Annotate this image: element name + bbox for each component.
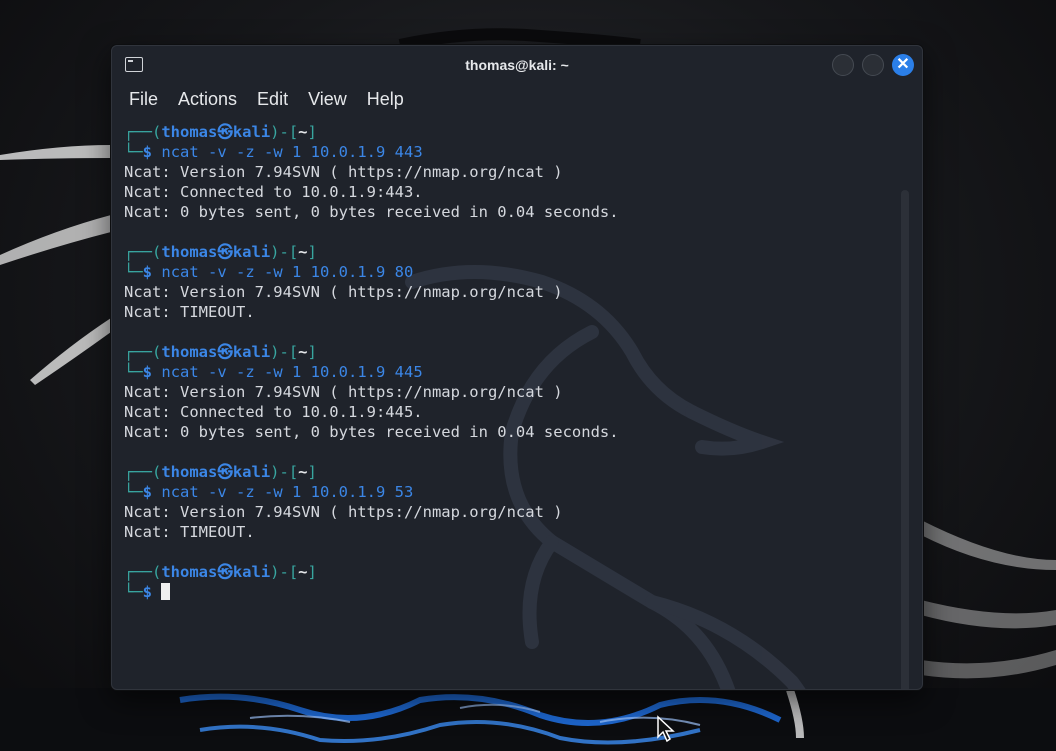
prompt-host: kali: [232, 563, 271, 581]
prompt-dir: ~: [298, 343, 308, 361]
prompt-frame: └─: [124, 363, 143, 381]
prompt-frame: ┌──(: [124, 123, 162, 141]
prompt-host: kali: [232, 123, 271, 141]
prompt-frame: ┌──(: [124, 243, 162, 261]
prompt-user: thomas: [161, 563, 218, 581]
output-line: Ncat: Connected to 10.0.1.9:443.: [124, 183, 423, 201]
prompt-at: ㉿: [217, 563, 233, 581]
prompt-dollar: $: [142, 363, 153, 381]
command-line: └─$ ncat -v -z -w 1 10.0.1.9 443: [124, 142, 902, 162]
menu-file[interactable]: File: [119, 86, 168, 112]
prompt-frame: └─: [124, 263, 143, 281]
prompt-line: ┌──(thomas㉿kali)-[~]: [124, 462, 902, 482]
prompt-line: ┌──(thomas㉿kali)-[~]: [124, 122, 902, 142]
terminal-window: thomas@kali: ~ ✕ File Actions Edit View …: [111, 45, 923, 690]
command-text: ncat -v -z -w 1 10.0.1.9 445: [161, 363, 423, 381]
prompt-line: ┌──(thomas㉿kali)-[~]: [124, 562, 902, 582]
command-line: └─$ ncat -v -z -w 1 10.0.1.9 80: [124, 262, 902, 282]
prompt-frame: )-[: [270, 563, 299, 581]
prompt-host: kali: [232, 343, 271, 361]
close-icon: ✕: [896, 56, 910, 73]
prompt-at: ㉿: [217, 343, 233, 361]
output-line: Ncat: Connected to 10.0.1.9:445.: [124, 403, 423, 421]
output-line: Ncat: Version 7.94SVN ( https://nmap.org…: [124, 163, 563, 181]
mouse-pointer-icon: [657, 715, 675, 743]
input-line[interactable]: └─$: [124, 582, 902, 602]
prompt-dir: ~: [298, 123, 308, 141]
prompt-frame: ]: [307, 123, 317, 141]
prompt-frame: ┌──(: [124, 343, 162, 361]
prompt-at: ㉿: [217, 243, 233, 261]
prompt-user: thomas: [161, 343, 218, 361]
command-text: ncat -v -z -w 1 10.0.1.9 80: [161, 263, 414, 281]
menu-actions[interactable]: Actions: [168, 86, 247, 112]
close-button[interactable]: ✕: [892, 54, 914, 76]
prompt-user: thomas: [161, 463, 218, 481]
menu-help[interactable]: Help: [357, 86, 414, 112]
output-line: Ncat: Version 7.94SVN ( https://nmap.org…: [124, 503, 563, 521]
output-line: Ncat: 0 bytes sent, 0 bytes received in …: [124, 423, 619, 441]
maximize-button[interactable]: [862, 54, 884, 76]
command-text: ncat -v -z -w 1 10.0.1.9 443: [161, 143, 423, 161]
prompt-line: ┌──(thomas㉿kali)-[~]: [124, 242, 902, 262]
output-line: Ncat: TIMEOUT.: [124, 523, 255, 541]
prompt-host: kali: [232, 463, 271, 481]
terminal-scrollbar[interactable]: [901, 190, 909, 689]
prompt-frame: )-[: [270, 343, 299, 361]
prompt-dollar: $: [142, 143, 153, 161]
prompt-user: thomas: [161, 243, 218, 261]
prompt-user: thomas: [161, 123, 218, 141]
output-line: Ncat: Version 7.94SVN ( https://nmap.org…: [124, 283, 563, 301]
output-line: Ncat: Version 7.94SVN ( https://nmap.org…: [124, 383, 563, 401]
window-title: thomas@kali: ~: [465, 57, 569, 73]
prompt-dir: ~: [298, 563, 308, 581]
prompt-frame: )-[: [270, 123, 299, 141]
menu-bar: File Actions Edit View Help: [119, 86, 414, 112]
minimize-button[interactable]: [832, 54, 854, 76]
terminal-lines: ┌──(thomas㉿kali)-[~] └─$ ncat -v -z -w 1 …: [124, 122, 902, 602]
prompt-frame: ]: [307, 463, 317, 481]
prompt-dir: ~: [298, 243, 308, 261]
prompt-at: ㉿: [217, 463, 233, 481]
prompt-frame: └─: [124, 583, 143, 601]
prompt-frame: └─: [124, 143, 143, 161]
window-titlebar[interactable]: thomas@kali: ~ ✕: [112, 46, 922, 84]
prompt-line: ┌──(thomas㉿kali)-[~]: [124, 342, 902, 362]
terminal-icon[interactable]: [125, 57, 143, 72]
command-text: ncat -v -z -w 1 10.0.1.9 53: [161, 483, 414, 501]
prompt-frame: ]: [307, 563, 317, 581]
prompt-frame: )-[: [270, 243, 299, 261]
output-line: Ncat: 0 bytes sent, 0 bytes received in …: [124, 203, 619, 221]
prompt-frame: └─: [124, 483, 143, 501]
prompt-frame: ]: [307, 343, 317, 361]
output-line: Ncat: TIMEOUT.: [124, 303, 255, 321]
prompt-dollar: $: [142, 483, 153, 501]
menu-view[interactable]: View: [298, 86, 357, 112]
prompt-at: ㉿: [217, 123, 233, 141]
prompt-dollar: $: [142, 263, 153, 281]
prompt-frame: ┌──(: [124, 563, 162, 581]
prompt-host: kali: [232, 243, 271, 261]
command-line: └─$ ncat -v -z -w 1 10.0.1.9 445: [124, 362, 902, 382]
command-line: └─$ ncat -v -z -w 1 10.0.1.9 53: [124, 482, 902, 502]
prompt-dollar: $: [142, 583, 153, 601]
prompt-dir: ~: [298, 463, 308, 481]
text-cursor: [161, 583, 171, 600]
prompt-frame: )-[: [270, 463, 299, 481]
prompt-frame: ]: [307, 243, 317, 261]
menu-edit[interactable]: Edit: [247, 86, 298, 112]
prompt-frame: ┌──(: [124, 463, 162, 481]
terminal-output[interactable]: ┌──(thomas㉿kali)-[~] └─$ ncat -v -z -w 1 …: [112, 122, 909, 689]
